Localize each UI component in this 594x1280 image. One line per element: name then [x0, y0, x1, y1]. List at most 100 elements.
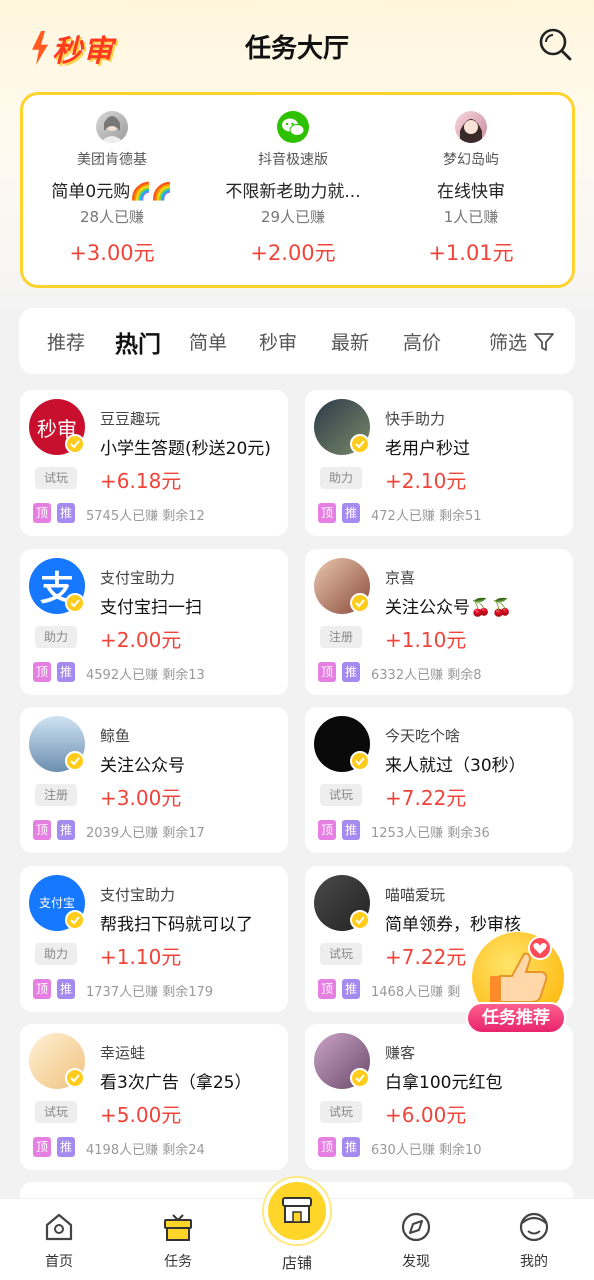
tab-recommend[interactable]: 推荐 — [47, 328, 85, 355]
nav-shop-button[interactable] — [264, 1178, 330, 1244]
task-type-badge: 助力 — [35, 625, 77, 648]
store-name: 豆豆趣玩 — [100, 410, 161, 428]
wechat-icon — [277, 111, 309, 143]
featured-earned-count: 29人已赚 — [260, 208, 326, 226]
store-name: 赚客 — [385, 1044, 416, 1062]
featured-item[interactable]: 梦幻岛屿 在线快审 1人已赚 +1.01元 — [382, 111, 560, 267]
task-card[interactable]: 支支付宝助力 支付宝扫一扫 助力 +2.00元顶推 4592人已赚 剩余13 — [20, 548, 288, 695]
task-stats: 1468人已赚 剩 — [371, 984, 461, 1000]
task-card[interactable]: 秒审 豆豆趣玩 小学生答题(秒送20元) 试玩 +6.18元顶推 5745人已赚 剩余12 — [20, 390, 288, 536]
verified-icon — [65, 909, 85, 930]
task-type-badge: 助力 — [35, 942, 77, 965]
filter-label: 筛选 — [489, 332, 528, 354]
featured-item[interactable]: 抖音极速版 不限新老助力就... 29人已赚 +2.00元 — [204, 111, 382, 267]
verified-icon — [350, 592, 370, 613]
recommend-badge: 推 — [57, 978, 75, 999]
task-stats: 4198人已赚 剩余24 — [86, 1143, 205, 1158]
task-card[interactable]: 鲸鱼 关注公众号 注册 +3.00元顶推 2039人已赚 剩余17 — [20, 707, 288, 853]
filter-icon — [534, 332, 554, 351]
verified-icon — [65, 434, 85, 454]
task-stats: 5745人已赚 剩余12 — [86, 509, 205, 524]
verified-icon — [350, 909, 370, 930]
task-card[interactable]: 赚客 白拿100元红包 试玩 +6.00元顶推 630人已赚 剩余10 — [305, 1024, 573, 1170]
store-name: 鲸鱼 — [100, 727, 131, 745]
featured-price: +1.01元 — [428, 241, 514, 265]
pin-top-badge: 顶 — [318, 1137, 336, 1157]
task-stats: 4592人已赚 剩余13 — [86, 667, 205, 683]
task-card[interactable]: 幸运蛙 看3次广告（拿25） 试玩 +5.00元顶推 4198人已赚 剩余24 — [20, 1024, 288, 1170]
task-price: +7.22元 — [385, 786, 467, 810]
search-icon[interactable] — [537, 26, 573, 62]
pin-top-badge: 顶 — [318, 978, 336, 999]
task-price: +3.00元 — [100, 786, 182, 810]
task-card[interactable]: 今天吃个啥 来人就过（30秒） 试玩 +7.22元顶推 1253人已赚 剩余36 — [305, 707, 573, 853]
filter-button[interactable]: 筛选 — [489, 328, 555, 355]
recommend-badge: 推 — [342, 1137, 360, 1157]
tab-hot[interactable]: 热门 — [115, 325, 161, 359]
recommend-badge: 推 — [342, 503, 360, 523]
featured-price: +2.00元 — [250, 241, 336, 265]
task-title: 老用户秒过 — [385, 439, 470, 459]
pin-top-badge: 顶 — [33, 503, 51, 523]
avatar — [455, 111, 487, 143]
verified-icon — [350, 434, 370, 454]
task-recommend-float-button[interactable]: 任务推荐 — [466, 932, 570, 1040]
nav-mine[interactable]: 我的 — [494, 1211, 574, 1271]
task-price: +7.22元 — [385, 944, 467, 969]
tab-high-price[interactable]: 高价 — [403, 328, 441, 355]
recommend-badge: 推 — [342, 820, 360, 840]
task-title: 来人就过（30秒） — [385, 756, 526, 776]
task-type-badge: 试玩 — [35, 467, 77, 489]
task-price: +2.10元 — [385, 469, 467, 493]
featured-store-name: 美团肯德基 — [77, 152, 147, 168]
recommend-badge: 推 — [57, 661, 75, 682]
featured-price: +3.00元 — [69, 241, 155, 265]
recommend-badge: 推 — [57, 1137, 75, 1157]
tab-simple[interactable]: 简单 — [189, 328, 227, 355]
featured-earned-count: 28人已赚 — [79, 208, 145, 226]
verified-icon — [350, 751, 370, 771]
pin-top-badge: 顶 — [33, 978, 51, 999]
task-type-badge: 助力 — [320, 467, 362, 489]
featured-store-name: 抖音极速版 — [258, 152, 328, 168]
task-card[interactable]: 支付宝 支付宝助力 帮我扫下码就可以了 助力 +1.10元顶推 1737人已赚 剩余179 — [20, 865, 288, 1012]
task-title: 看3次广告（拿25） — [100, 1073, 252, 1093]
user-avatar-icon — [100, 116, 124, 143]
task-recommend-label: 任务推荐 — [466, 1002, 566, 1034]
task-type-badge: 注册 — [35, 784, 77, 806]
task-stats: 1737人已赚 剩余179 — [86, 984, 214, 1000]
nav-home-label: 首页 — [45, 1254, 73, 1270]
task-stats: 6332人已赚 剩余8 — [371, 667, 482, 683]
store-name: 幸运蛙 — [100, 1044, 146, 1062]
task-card[interactable]: 京喜 关注公众号🍒🍒 注册 +1.10元顶推 6332人已赚 剩余8 — [305, 548, 573, 695]
verified-icon — [350, 1068, 370, 1088]
nav-tasks[interactable]: 任务 — [138, 1211, 218, 1271]
verified-icon — [65, 751, 85, 771]
nav-home[interactable]: 首页 — [19, 1211, 99, 1271]
nav-discover[interactable]: 发现 — [376, 1211, 456, 1271]
recommend-badge: 推 — [57, 503, 75, 523]
task-price: +2.00元 — [100, 627, 182, 652]
page-title: 任务大厅 — [244, 34, 349, 64]
task-stats: 1253人已赚 剩余36 — [371, 826, 490, 841]
recommend-badge: 推 — [342, 661, 360, 682]
task-type-badge: 试玩 — [35, 1101, 77, 1123]
featured-store-name: 梦幻岛屿 — [443, 152, 499, 168]
compass-icon — [401, 1212, 431, 1242]
profile-icon — [519, 1212, 549, 1242]
task-title: 小学生答题(秒送20元) — [100, 439, 271, 459]
verified-icon — [65, 1068, 85, 1088]
tab-instant-review[interactable]: 秒审 — [259, 328, 297, 355]
pin-top-badge: 顶 — [318, 503, 336, 523]
gift-box-icon — [164, 1214, 192, 1241]
task-title: 帮我扫下码就可以了 — [100, 914, 253, 935]
task-card[interactable]: 快手助力 老用户秒过 助力 +2.10元顶推 472人已赚 剩余51 — [305, 390, 573, 536]
featured-item[interactable]: 美团肯德基 简单0元购🌈🌈 28人已赚 +3.00元 — [23, 111, 201, 267]
store-name: 喵喵爱玩 — [385, 885, 446, 904]
pin-top-badge: 顶 — [318, 661, 336, 682]
tab-newest[interactable]: 最新 — [331, 328, 369, 355]
task-type-badge: 试玩 — [320, 784, 362, 806]
task-type-badge: 试玩 — [320, 942, 362, 965]
avatar-text: 支付宝 — [38, 896, 75, 910]
avatar — [96, 111, 128, 143]
